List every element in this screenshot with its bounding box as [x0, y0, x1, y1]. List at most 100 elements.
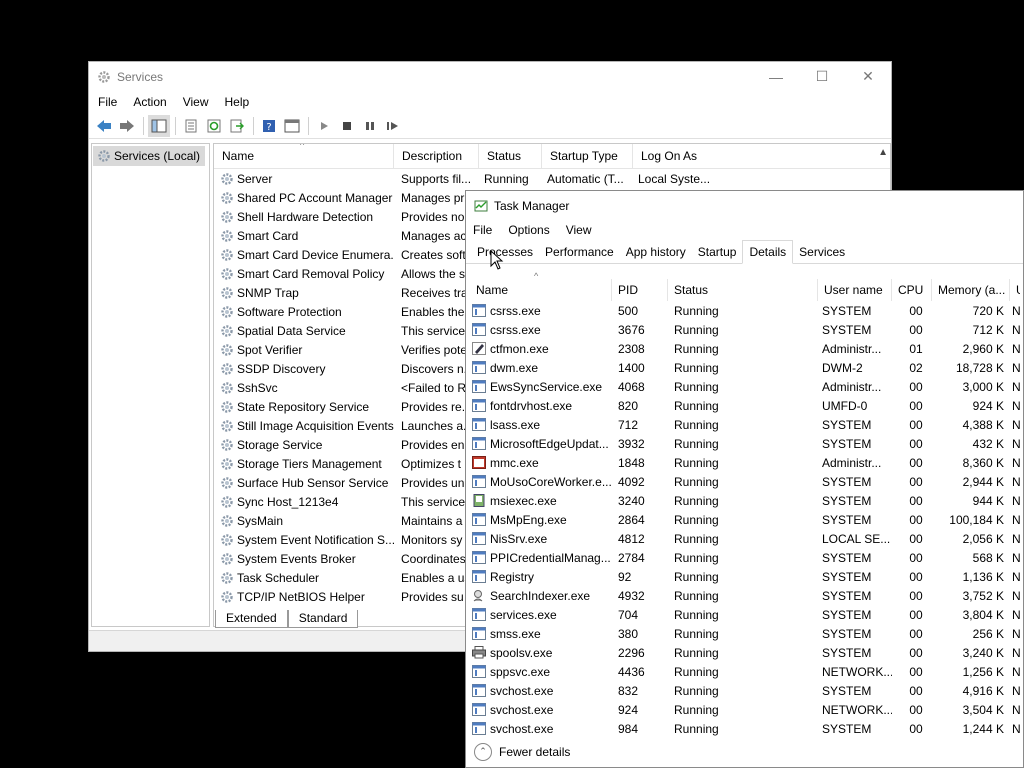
process-row[interactable]: MsMpEng.exe 2864 Running SYSTEM 00 100,184 K N — [466, 510, 1023, 529]
service-row[interactable]: Server Supports fil... Running Automatic (T… — [214, 169, 890, 188]
process-name: Registry — [490, 569, 535, 584]
process-row[interactable]: Registry 92 Running SYSTEM 00 1,136 K N — [466, 567, 1023, 586]
process-pid: 704 — [618, 607, 639, 622]
process-user: NETWORK... — [822, 702, 892, 717]
application-icon — [470, 551, 490, 564]
process-row[interactable]: svchost.exe 924 Running NETWORK... 00 3,504 K… — [466, 700, 1023, 719]
tab-details[interactable]: Details — [742, 240, 794, 264]
process-row[interactable]: services.exe 704 Running SYSTEM 00 3,804 K N — [466, 605, 1023, 624]
services-titlebar[interactable]: Services — ☐ ✕ — [89, 62, 891, 91]
tab-startup[interactable]: Startup — [692, 241, 743, 263]
col-tm-name[interactable]: Name — [470, 279, 612, 301]
process-row[interactable]: PPICredentialManag... 2784 Running SYSTEM 00… — [466, 548, 1023, 567]
process-row[interactable]: NisSrv.exe 4812 Running LOCAL SE... 00 2,056 … — [466, 529, 1023, 548]
properties-icon[interactable] — [180, 115, 202, 137]
process-row[interactable]: msiexec.exe 3240 Running SYSTEM 00 944 K N — [466, 491, 1023, 510]
menu-view[interactable]: View — [174, 95, 216, 109]
tm-menu-options[interactable]: Options — [499, 223, 556, 237]
process-row[interactable]: EwsSyncService.exe 4068 Running Administr..… — [466, 377, 1023, 396]
process-name-cell: MsMpEng.exe — [470, 513, 612, 527]
tree-item-services-local[interactable]: Services (Local) — [93, 146, 205, 166]
export-list-icon[interactable] — [226, 115, 248, 137]
scroll-up-icon[interactable]: ▲ — [878, 147, 888, 158]
menu-action[interactable]: Action — [124, 95, 173, 109]
tab-app-history[interactable]: App history — [620, 241, 692, 263]
restart-service-icon[interactable] — [382, 115, 404, 137]
show-hide-tree-icon[interactable] — [148, 114, 170, 137]
col-startup-type[interactable]: Startup Type — [542, 144, 633, 169]
col-status[interactable]: Status — [479, 144, 542, 169]
process-user: UMFD-0 — [822, 398, 868, 413]
process-pid: 4068 — [618, 379, 645, 394]
refresh-icon[interactable] — [203, 115, 225, 137]
minimize-button[interactable]: — — [753, 62, 799, 91]
process-row[interactable]: ctfmon.exe 2308 Running Administr... 01 2,960… — [466, 339, 1023, 358]
process-name-cell: spoolsv.exe — [470, 646, 612, 660]
tab-extended[interactable]: Extended — [215, 610, 288, 628]
process-name: msiexec.exe — [490, 493, 557, 508]
stop-service-icon[interactable] — [336, 115, 358, 137]
tm-menu-file[interactable]: File — [466, 223, 499, 237]
process-row[interactable]: SearchIndexer.exe 4932 Running SYSTEM 00 3,75… — [466, 586, 1023, 605]
process-row[interactable]: dwm.exe 1400 Running DWM-2 02 18,728 K N — [466, 358, 1023, 377]
start-service-icon[interactable] — [313, 115, 335, 137]
process-extra: N — [1012, 341, 1020, 356]
process-row[interactable]: mmc.exe 1848 Running Administr... 00 8,360 K N — [466, 453, 1023, 472]
tab-standard[interactable]: Standard — [287, 610, 359, 628]
tm-menu-view[interactable]: View — [557, 223, 599, 237]
menu-file[interactable]: File — [89, 95, 124, 109]
col-tm-cpu[interactable]: CPU — [892, 279, 932, 301]
taskmgr-titlebar[interactable]: Task Manager — — [466, 191, 1023, 220]
fewer-details-link[interactable]: Fewer details — [499, 745, 570, 759]
service-name-cell: Sync Host_1213e4 — [214, 495, 394, 509]
application-icon — [470, 570, 490, 583]
process-cpu: 00 — [909, 303, 923, 318]
menu-help[interactable]: Help — [216, 95, 257, 109]
process-extra: N — [1012, 664, 1020, 679]
process-row[interactable]: lsass.exe 712 Running SYSTEM 00 4,388 K N — [466, 415, 1023, 434]
process-memory: 432 K — [972, 436, 1004, 451]
col-tm-pid[interactable]: PID — [612, 279, 668, 301]
forward-arrow-icon[interactable] — [116, 115, 138, 137]
col-tm-user[interactable]: User name — [818, 279, 892, 301]
process-memory: 3,000 K — [962, 379, 1004, 394]
col-tm-memory[interactable]: Memory (a... — [932, 279, 1010, 301]
process-extra: N — [1012, 512, 1020, 527]
process-row[interactable]: fontdrvhost.exe 820 Running UMFD-0 00 924 K N — [466, 396, 1023, 415]
process-cpu: 00 — [909, 531, 923, 546]
process-row[interactable]: MoUsoCoreWorker.e... 4092 Running SYSTEM 00 2… — [466, 472, 1023, 491]
process-extra: N — [1012, 569, 1020, 584]
service-name: SysMain — [237, 513, 284, 528]
process-row[interactable]: sppsvc.exe 4436 Running NETWORK... 00 1,256 K… — [466, 662, 1023, 681]
process-row[interactable]: spoolsv.exe 2296 Running SYSTEM 00 3,240 K N — [466, 643, 1023, 662]
process-row[interactable]: csrss.exe 500 Running SYSTEM 00 720 K N — [466, 301, 1023, 320]
process-extra: N — [1012, 474, 1020, 489]
tab-performance[interactable]: Performance — [539, 241, 620, 263]
gear-icon — [221, 419, 233, 432]
process-row[interactable]: MicrosoftEdgeUpdat... 3932 Running SYSTEM 00… — [466, 434, 1023, 453]
process-row[interactable]: svchost.exe 832 Running SYSTEM 00 4,916 K N — [466, 681, 1023, 700]
pause-service-icon[interactable] — [359, 115, 381, 137]
process-name: csrss.exe — [490, 303, 541, 318]
col-log-on-as[interactable]: Log On As — [633, 144, 723, 169]
tab-services[interactable]: Services — [793, 241, 851, 263]
chevron-up-icon[interactable]: ⌃ — [474, 742, 492, 761]
tab-processes[interactable]: Processes — [471, 241, 539, 263]
process-user: SYSTEM — [822, 322, 872, 337]
process-cpu: 00 — [909, 379, 923, 394]
maximize-button[interactable]: ☐ — [799, 62, 845, 91]
back-arrow-icon[interactable] — [93, 115, 115, 137]
help-icon[interactable]: ? — [258, 115, 280, 137]
process-row[interactable]: csrss.exe 3676 Running SYSTEM 00 712 K N — [466, 320, 1023, 339]
process-extra: N — [1012, 455, 1020, 470]
process-status: Running — [674, 303, 719, 318]
process-pid: 2308 — [618, 341, 645, 356]
col-tm-u[interactable]: U — [1010, 279, 1020, 301]
col-description[interactable]: Description — [394, 144, 479, 169]
taskmgr-minimize-button[interactable]: — — [1007, 191, 1023, 220]
close-button[interactable]: ✕ — [845, 62, 891, 91]
process-pid: 3240 — [618, 493, 645, 508]
process-row[interactable]: smss.exe 380 Running SYSTEM 00 256 K N — [466, 624, 1023, 643]
console-view-icon[interactable] — [281, 115, 303, 137]
col-tm-status[interactable]: Status — [668, 279, 818, 301]
